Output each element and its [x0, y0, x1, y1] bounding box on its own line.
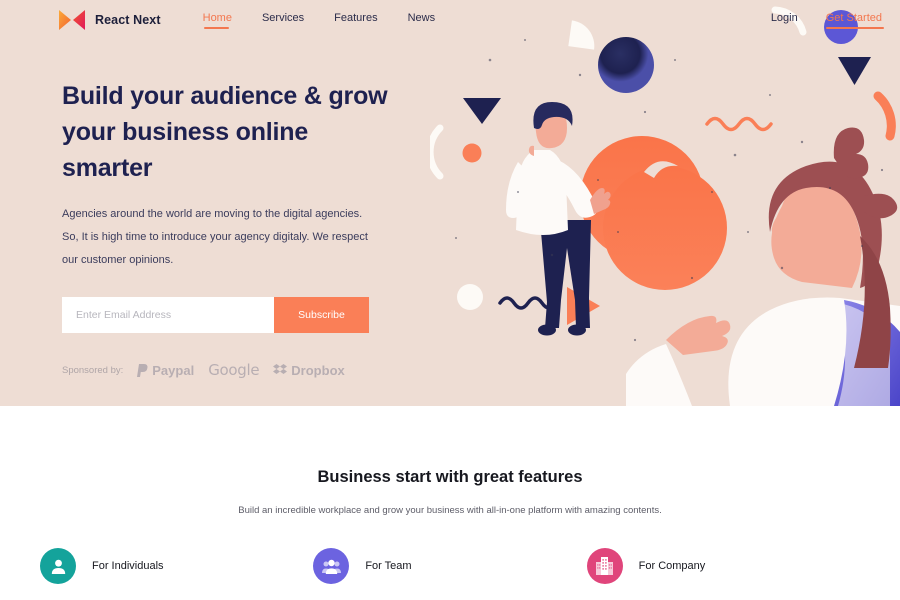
sponsored-by-label: Sponsored by:: [62, 364, 124, 376]
sponsor-paypal: Paypal: [137, 363, 194, 378]
login-link[interactable]: Login: [771, 12, 798, 29]
brand-name: React Next: [95, 13, 161, 27]
headline-line-1: Build your audience & grow: [62, 82, 388, 110]
sponsor-paypal-label: Paypal: [152, 362, 195, 378]
email-field[interactable]: [62, 297, 274, 333]
features-section: Business start with great features Build…: [0, 406, 900, 600]
illustration-svg: [430, 0, 900, 406]
hero-copy: Build your audience & grow your business…: [62, 78, 392, 379]
headline-line-2: your business online smarter: [62, 118, 309, 182]
people-group-icon: [321, 559, 341, 574]
sponsor-dropbox: Dropbox: [273, 362, 345, 378]
building-icon-wrap: [586, 548, 623, 584]
m-logo-icon: [59, 10, 85, 30]
hero-subcopy: Agencies around the world are moving to …: [62, 208, 368, 266]
subscribe-button[interactable]: Subscribe: [274, 297, 369, 333]
sponsor-dropbox-label: Dropbox: [291, 362, 345, 378]
feature-card-title: For Individuals: [92, 560, 164, 572]
feature-card-team[interactable]: For Team: [313, 548, 586, 584]
nav-link-home[interactable]: Home: [203, 12, 232, 29]
dropbox-icon: [273, 363, 288, 374]
features-title: Business start with great features: [317, 468, 583, 486]
feature-card-title: For Company: [638, 560, 706, 572]
feature-cards: For Individuals For Team For Company: [0, 548, 900, 584]
subscribe-form: Subscribe: [62, 297, 392, 333]
landing-page: React Next Home Services Features News L…: [0, 0, 900, 600]
sponsors-row: Sponsored by: Paypal Google Dropbox: [62, 361, 392, 379]
features-subtitle: Build an incredible workplace and grow y…: [238, 505, 662, 516]
page-title: Build your audience & grow your business…: [62, 78, 392, 186]
brand[interactable]: React Next: [58, 9, 161, 31]
hero-section: React Next Home Services Features News L…: [0, 0, 900, 406]
feature-card-individuals[interactable]: For Individuals: [40, 548, 313, 584]
feature-card-company[interactable]: For Company: [586, 548, 860, 584]
people-group-icon-wrap: [313, 548, 350, 584]
paypal-icon: [137, 363, 148, 377]
person-icon-wrap: [40, 548, 76, 584]
features-header: Business start with great features Build…: [0, 406, 900, 520]
nav-link-features[interactable]: Features: [334, 12, 377, 29]
building-icon: [596, 557, 614, 575]
get-started-link[interactable]: Get Started: [825, 12, 885, 29]
nav-links: Home Services Features News: [203, 12, 435, 29]
person-icon: [51, 559, 65, 574]
sponsor-google: Google: [208, 361, 259, 379]
hero-illustration: [430, 0, 900, 406]
nav-link-news[interactable]: News: [408, 12, 436, 29]
main-navbar: React Next Home Services Features News L…: [0, 0, 900, 40]
feature-card-title: For Team: [365, 560, 412, 572]
sponsor-google-label: Google: [208, 361, 260, 379]
nav-actions: Login Get Started: [771, 12, 885, 29]
nav-link-services[interactable]: Services: [262, 12, 304, 29]
